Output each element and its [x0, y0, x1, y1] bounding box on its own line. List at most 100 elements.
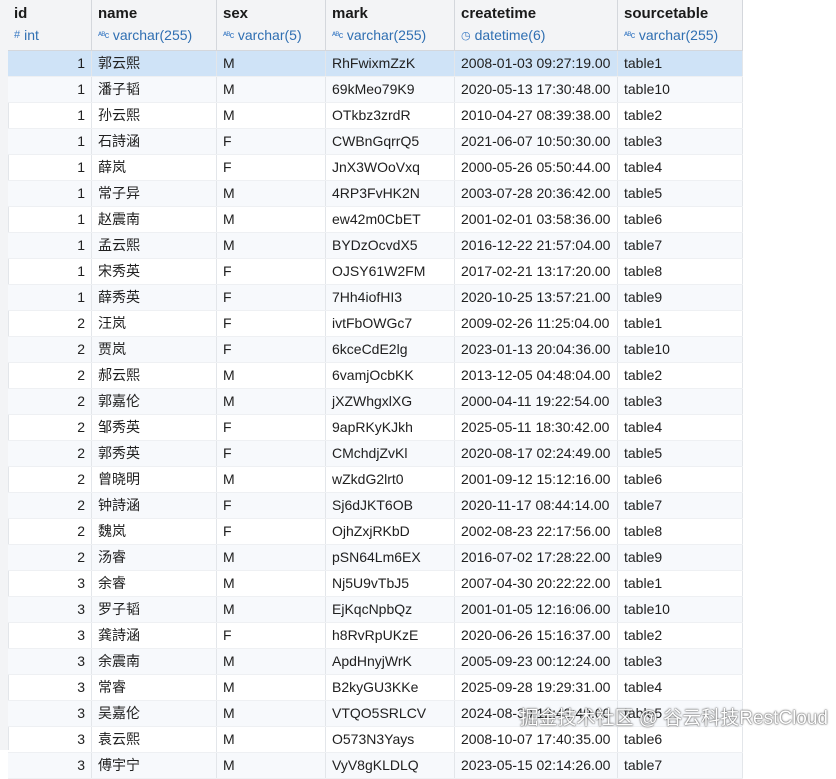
cell-sourcetable[interactable]: table3 — [618, 129, 743, 154]
cell-sex[interactable]: M — [217, 701, 326, 726]
cell-sourcetable[interactable]: table2 — [618, 363, 743, 388]
cell-sourcetable[interactable]: table3 — [618, 389, 743, 414]
table-row[interactable]: 2 汪岚 FivtFbOWGc7 2009-02-26 11:25:04.00 tabl… — [8, 311, 743, 337]
cell-sourcetable[interactable]: table10 — [618, 77, 743, 102]
cell-name[interactable]: 龚詩涵 — [92, 623, 217, 648]
cell-sex[interactable]: M — [217, 649, 326, 674]
cell-name[interactable]: 邹秀英 — [92, 415, 217, 440]
table-row[interactable]: 3 龚詩涵 Fh8RvRpUKzE 2020-06-26 15:16:37.00 tab… — [8, 623, 743, 649]
cell-createtime[interactable]: 2002-08-23 22:17:56.00 — [455, 519, 618, 544]
cell-createtime[interactable]: 2003-07-28 20:36:42.00 — [455, 181, 618, 206]
cell-mark[interactable]: ApdHnyjWrK — [326, 649, 455, 674]
cell-id[interactable]: 1 — [8, 259, 92, 284]
column-header-mark[interactable]: mark ᴬᴮc varchar(255) — [326, 0, 455, 50]
cell-sex[interactable]: F — [217, 155, 326, 180]
table-row[interactable]: 2 魏岚 F OjhZxjRKbD 2002-08-23 22:17:56.00 tabl… — [8, 519, 743, 545]
cell-createtime[interactable]: 2017-02-21 13:17:20.00 — [455, 259, 618, 284]
cell-mark[interactable]: 6vamjOcbKK — [326, 363, 455, 388]
cell-mark[interactable]: EjKqcNpbQz — [326, 597, 455, 622]
cell-sourcetable[interactable]: table4 — [618, 675, 743, 700]
cell-sex[interactable]: M — [217, 103, 326, 128]
cell-sourcetable[interactable]: table6 — [618, 467, 743, 492]
column-header-id[interactable]: id # int — [8, 0, 92, 50]
cell-createtime[interactable]: 2020-06-26 15:16:37.00 — [455, 623, 618, 648]
cell-id[interactable]: 1 — [8, 155, 92, 180]
cell-sex[interactable]: M — [217, 233, 326, 258]
cell-createtime[interactable]: 2016-07-02 17:28:22.00 — [455, 545, 618, 570]
cell-id[interactable]: 2 — [8, 519, 92, 544]
table-row[interactable]: 3 袁云熙 M O573N3Yays 2008-10-07 17:40:35.00 tab… — [8, 727, 743, 753]
cell-mark[interactable]: OJSY61W2FM — [326, 259, 455, 284]
table-row[interactable]: 1 孙云熙 M OTkbz3zrdR 2010-04-27 08:39:38.00 tab… — [8, 103, 743, 129]
cell-createtime[interactable]: 2001-02-01 03:58:36.00 — [455, 207, 618, 232]
cell-createtime[interactable]: 2016-12-22 21:57:04.00 — [455, 233, 618, 258]
column-header-createtime[interactable]: createtime ◷ datetime(6) — [455, 0, 618, 50]
cell-sex[interactable]: M — [217, 51, 326, 76]
column-header-sex[interactable]: sex ᴬᴮc varchar(5) — [217, 0, 326, 50]
table-row[interactable]: 2 郝云熙 M 6vamjOcbKK 2013-12-05 04:48:04.00 tab… — [8, 363, 743, 389]
cell-createtime[interactable]: 2013-12-05 04:48:04.00 — [455, 363, 618, 388]
cell-name[interactable]: 孙云熙 — [92, 103, 217, 128]
cell-name[interactable]: 孟云熙 — [92, 233, 217, 258]
cell-mark[interactable]: 69kMeo79K9 — [326, 77, 455, 102]
cell-id[interactable]: 3 — [8, 597, 92, 622]
cell-mark[interactable]: 4RP3FvHK2N — [326, 181, 455, 206]
cell-sourcetable[interactable]: table3 — [618, 649, 743, 674]
table-row[interactable]: 2 曾晓明 MwZkdG2lrt0 2001-09-12 15:12:16.00 tab… — [8, 467, 743, 493]
column-header-name[interactable]: name ᴬᴮc varchar(255) — [92, 0, 217, 50]
table-row[interactable]: 1 赵震南 Mew42m0CbET 2001-02-01 03:58:36.00 tab… — [8, 207, 743, 233]
table-row[interactable]: 2 钟詩涵 F Sj6dJKT6OB 2020-11-17 08:44:14.00 tab… — [8, 493, 743, 519]
table-row[interactable]: 2 郭秀英 F CMchdjZvKl 2020-08-17 02:24:49.00 tab… — [8, 441, 743, 467]
cell-name[interactable]: 常睿 — [92, 675, 217, 700]
cell-sex[interactable]: M — [217, 467, 326, 492]
cell-name[interactable]: 袁云熙 — [92, 727, 217, 752]
cell-sex[interactable]: M — [217, 77, 326, 102]
cell-mark[interactable]: RhFwixmZzK — [326, 51, 455, 76]
cell-id[interactable]: 2 — [8, 545, 92, 570]
cell-id[interactable]: 2 — [8, 337, 92, 362]
cell-sourcetable[interactable]: table8 — [618, 519, 743, 544]
cell-name[interactable]: 魏岚 — [92, 519, 217, 544]
cell-createtime[interactable]: 2020-08-17 02:24:49.00 — [455, 441, 618, 466]
cell-sex[interactable]: M — [217, 207, 326, 232]
cell-sex[interactable]: F — [217, 285, 326, 310]
cell-createtime[interactable]: 2008-10-07 17:40:35.00 — [455, 727, 618, 752]
cell-name[interactable]: 赵震南 — [92, 207, 217, 232]
cell-mark[interactable]: jXZWhgxlXG — [326, 389, 455, 414]
cell-sex[interactable]: F — [217, 493, 326, 518]
cell-mark[interactable]: 7Hh4iofHI3 — [326, 285, 455, 310]
cell-sex[interactable]: F — [217, 415, 326, 440]
cell-mark[interactable]: 9apRKyKJkh — [326, 415, 455, 440]
cell-name[interactable]: 宋秀英 — [92, 259, 217, 284]
cell-id[interactable]: 3 — [8, 571, 92, 596]
cell-id[interactable]: 2 — [8, 441, 92, 466]
cell-name[interactable]: 常子异 — [92, 181, 217, 206]
cell-id[interactable]: 3 — [8, 727, 92, 752]
cell-id[interactable]: 2 — [8, 311, 92, 336]
cell-createtime[interactable]: 2000-04-11 19:22:54.00 — [455, 389, 618, 414]
cell-sourcetable[interactable]: table4 — [618, 415, 743, 440]
cell-name[interactable]: 余睿 — [92, 571, 217, 596]
cell-createtime[interactable]: 2023-01-13 20:04:36.00 — [455, 337, 618, 362]
table-row[interactable]: 1 薛秀英 F 7Hh4iofHI3 2020-10-25 13:57:21.00 tab… — [8, 285, 743, 311]
table-row[interactable]: 2 贾岚 F 6kceCdE2lg 2023-01-13 20:04:36.00 tabl… — [8, 337, 743, 363]
cell-sex[interactable]: M — [217, 545, 326, 570]
cell-id[interactable]: 3 — [8, 701, 92, 726]
cell-createtime[interactable]: 2007-04-30 20:22:22.00 — [455, 571, 618, 596]
cell-mark[interactable]: ivtFbOWGc7 — [326, 311, 455, 336]
cell-sex[interactable]: M — [217, 389, 326, 414]
cell-mark[interactable]: pSN64Lm6EX — [326, 545, 455, 570]
cell-createtime[interactable]: 2020-11-17 08:44:14.00 — [455, 493, 618, 518]
cell-createtime[interactable]: 2021-06-07 10:50:30.00 — [455, 129, 618, 154]
cell-mark[interactable]: ew42m0CbET — [326, 207, 455, 232]
cell-name[interactable]: 郭嘉伦 — [92, 389, 217, 414]
cell-name[interactable]: 郭秀英 — [92, 441, 217, 466]
cell-id[interactable]: 2 — [8, 363, 92, 388]
cell-id[interactable]: 2 — [8, 493, 92, 518]
cell-name[interactable]: 汤睿 — [92, 545, 217, 570]
table-row[interactable]: 3 余震南 M ApdHnyjWrK 2005-09-23 00:12:24.00 tab… — [8, 649, 743, 675]
cell-name[interactable]: 郭云熙 — [92, 51, 217, 76]
cell-createtime[interactable]: 2000-05-26 05:50:44.00 — [455, 155, 618, 180]
cell-sex[interactable]: F — [217, 129, 326, 154]
cell-sourcetable[interactable]: table10 — [618, 337, 743, 362]
